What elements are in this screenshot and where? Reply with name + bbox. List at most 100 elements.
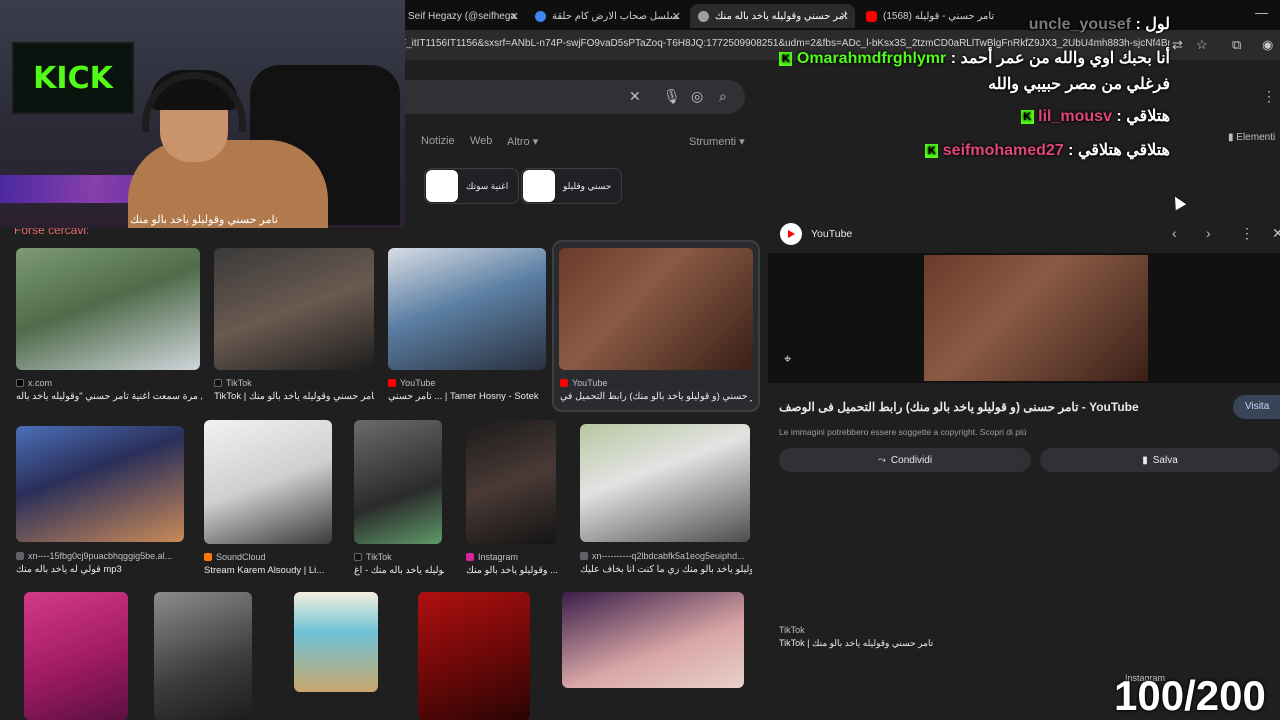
screen: Seif Hegazy (@seifhegazy ✕ مسلسل صحاب ال… (0, 0, 1280, 720)
chat-username: seifmohamed27 (942, 142, 1064, 159)
result-thumbnail (204, 420, 332, 544)
image-result[interactable] (154, 592, 254, 720)
lens-search-icon[interactable]: ⌖ (784, 351, 791, 367)
instagram-icon (466, 553, 474, 561)
image-result[interactable]: SoundCloud Stream Karem Alsoudy | Li... (204, 420, 334, 576)
result-thumbnail (388, 248, 546, 370)
image-result[interactable] (418, 592, 532, 720)
image-result-selected[interactable]: YouTube تامر حسني (و قوليلو ياخد بالو من… (552, 240, 760, 412)
chip-thumbnail (523, 170, 555, 202)
cam-caption: تامر حسني وقوليلو ياخد بالو منك (130, 214, 278, 226)
result-thumbnail (16, 426, 184, 542)
profile-icon[interactable]: ◉ (1262, 37, 1273, 53)
soundcloud-icon (204, 553, 212, 561)
share-button[interactable]: ⤳ Condividi (779, 448, 1031, 472)
result-source: xn----15fbg0cj9puacbhqggig5be.al... (16, 551, 172, 561)
filter-news[interactable]: Notizie (421, 135, 455, 147)
translate-icon[interactable]: ⇄ (1172, 37, 1183, 53)
tab-twitter[interactable]: Seif Hegazy (@seifhegazy ✕ (400, 4, 525, 28)
visit-button[interactable]: Visita (1233, 395, 1280, 419)
result-title: وقوليلو ياخد بالو منك زي ما كنت انا بخاف… (580, 564, 752, 575)
chat-message-text: فرغلي من مصر حبيبي والله (988, 76, 1170, 93)
image-result[interactable]: YouTube تامر حسني ... | Tamer Hosny - So… (388, 248, 546, 402)
image-result[interactable]: xn----15fbg0cj9puacbhqggig5be.al... قولي… (16, 426, 186, 576)
devtools-elements-label: Elementi (1236, 132, 1276, 143)
preview-source-name: YouTube (811, 228, 853, 240)
filter-web[interactable]: Web (470, 135, 492, 147)
related-title[interactable]: TikTok | تامر حسني وقوليله ياخد بالو منك (779, 638, 933, 649)
result-source-label: xn----15fbg0cj9puacbhqggig5be.al... (28, 551, 173, 561)
microphone-icon[interactable]: 🎙 (663, 88, 681, 105)
result-source-label: Instagram (478, 552, 519, 562)
chat-username: lil_mousv (1038, 108, 1112, 125)
image-result[interactable]: xn----------q2lbdcabfk5a1eog5euiphd... و… (580, 424, 752, 576)
result-title: Stream Karem Alsoudy | Li... (204, 565, 325, 576)
image-result[interactable] (562, 592, 746, 690)
image-result[interactable]: TikTok TikTok | تامر حسني وقوليله ياخد ب… (214, 248, 374, 402)
image-result[interactable]: x.com اول مرة سمعت اغنية تامر حسني "وقول… (16, 248, 202, 402)
globe-icon (580, 552, 588, 560)
related-source: TikTok (779, 625, 805, 635)
chat-message: K Omarahmdfrghlymr : أنا بحبك اوي والله … (776, 48, 1170, 68)
result-thumbnail (154, 592, 252, 720)
clear-icon[interactable]: ✕ (629, 88, 641, 105)
tab-google-search[interactable]: مسلسل صحاب الارض كام حلقة - ✕ (527, 4, 687, 28)
save-button[interactable]: ▮ Salva (1040, 448, 1280, 472)
result-thumbnail (559, 248, 753, 370)
close-icon[interactable]: ✕ (510, 10, 519, 23)
tab-label: مسلسل صحاب الارض كام حلقة - (552, 10, 679, 22)
close-icon[interactable]: ✕ (672, 10, 681, 23)
chevron-down-icon: ▾ (532, 136, 539, 148)
window-minimize-icon[interactable]: — (1255, 5, 1268, 20)
chevron-right-icon[interactable]: › (1206, 225, 1211, 241)
image-result[interactable] (24, 592, 130, 720)
related-chip[interactable]: اغنية سوتك (424, 168, 520, 204)
image-result[interactable]: TikTok وقوليله ياخد باله منك - اغ... (354, 420, 444, 576)
result-source-label: xn----------q2lbdcabfk5a1eog5euiphd... (592, 551, 745, 561)
bookmark-star-icon[interactable]: ☆ (1196, 37, 1208, 53)
image-result[interactable]: Instagram وقوليلو ياخد بالو منك ... (466, 420, 558, 576)
extensions-icon[interactable]: ⧉ (1232, 37, 1241, 53)
filter-more-label: Altro (507, 136, 530, 148)
result-thumbnail (418, 592, 530, 720)
result-title: وقوليلو ياخد بالو منك ... (466, 565, 558, 576)
filter-more[interactable]: Altro ▾ (507, 135, 538, 148)
devtools-elements[interactable]: ▮ Elementi (1228, 132, 1275, 143)
result-title: TikTok | تامر حسني وقوليله ياخد بالو منك (214, 391, 374, 402)
chip-label: اغنية سوتك (466, 180, 509, 191)
chat-message-text: هتلاقي هتلاقي (1077, 142, 1170, 159)
filter-tools[interactable]: Strumenti ▾ (689, 135, 745, 148)
preview-image[interactable]: ⌖ (768, 253, 1280, 383)
chevron-left-icon[interactable]: ‹ (1172, 225, 1177, 241)
chat-username: Omarahmdfrghlymr (796, 50, 947, 67)
result-title: تامر حسني (و قوليلو ياخد بالو منك) رابط … (560, 391, 752, 402)
search-input[interactable]: ✕ 🎙 ◎ ⌕ (395, 80, 745, 114)
more-vert-icon[interactable]: ⋮ (1240, 225, 1254, 242)
result-source: TikTok (214, 378, 252, 388)
tiktok-icon (354, 553, 362, 561)
share-icon: ⤳ (877, 454, 886, 466)
chat-text: : هتلاقي (1116, 108, 1170, 125)
result-thumbnail (16, 248, 200, 370)
result-source: SoundCloud (204, 552, 266, 562)
tab-label: تامر حسني وقوليله ياخد باله منك (715, 10, 847, 22)
youtube-icon (560, 379, 568, 387)
tiktok-icon (214, 379, 222, 387)
close-icon[interactable]: ✕ (1272, 225, 1280, 242)
related-chip[interactable]: حسني وفليلو (521, 168, 623, 204)
search-icon[interactable]: ⌕ (719, 88, 727, 105)
tab-images-active[interactable]: تامر حسني وقوليله ياخد باله منك ✕ (690, 4, 855, 28)
image-result[interactable] (294, 592, 380, 700)
chat-message: فرغلي من مصر حبيبي والله (988, 74, 1170, 94)
apps-grid-icon[interactable]: ⋮⋮ (1262, 88, 1280, 105)
lens-icon[interactable]: ◎ (691, 88, 703, 105)
kick-badge-icon: K (925, 143, 939, 158)
chat-text: : أنا بحبك اوي والله من عمر أحمد (950, 50, 1170, 67)
preview-frame (924, 255, 1148, 381)
chat-message: K lil_mousv : هتلاقي (1018, 106, 1170, 126)
preview-title[interactable]: تامر حسنى (و قوليلو ياخد بالو منك) رابط … (779, 400, 1139, 414)
chat-message: K seifmohamed27 : هتلاقي هتلاقي (922, 140, 1170, 160)
result-source-label: TikTok (226, 378, 252, 388)
chip-thumbnail (426, 170, 458, 202)
close-icon[interactable]: ✕ (840, 10, 849, 23)
